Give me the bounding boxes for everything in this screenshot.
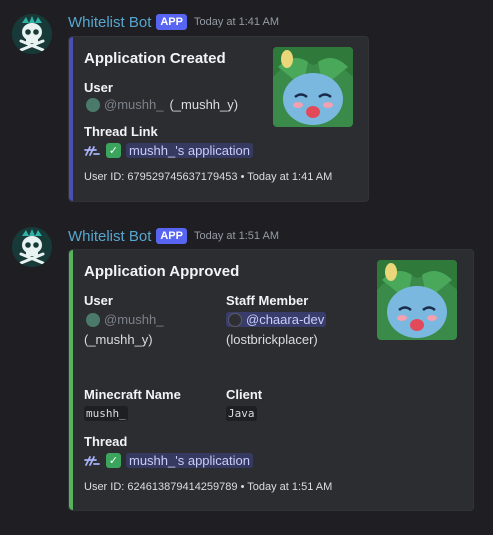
check-mark-icon: ✓ xyxy=(106,143,121,158)
user-handle: (_mushh_y) xyxy=(169,97,239,112)
user-mention-text: @mushh_ xyxy=(104,312,164,327)
check-mark-icon: ✓ xyxy=(106,453,121,468)
field-thread-link-label: Thread Link xyxy=(84,124,158,139)
embed-title: Application Created xyxy=(84,50,226,67)
embed-thumbnail[interactable] xyxy=(377,260,457,340)
user-mini-avatar xyxy=(86,97,100,112)
field-thread-label: Thread xyxy=(84,434,128,449)
anime-character-thumbnail xyxy=(273,47,353,127)
minecraft-name-code: mushh_ xyxy=(84,406,128,421)
bot-avatar[interactable] xyxy=(12,14,52,54)
field-user-value: @mushh_ (_mushh_y) xyxy=(84,97,238,112)
message-header: Whitelist Bot APP Today at 1:41 AM xyxy=(68,12,279,32)
field-thread-link-value: ✓ mushh_'s application xyxy=(84,143,253,158)
field-staff-value: @chaara-dev xyxy=(226,312,327,327)
username[interactable]: Whitelist Bot xyxy=(68,14,151,31)
user-mention[interactable]: @mushh_ xyxy=(84,97,165,112)
user-mention[interactable]: @mushh_ xyxy=(84,312,165,327)
thread-link[interactable]: mushh_'s application xyxy=(126,453,253,468)
field-thread-value: ✓ mushh_'s application xyxy=(84,453,253,468)
user-mention-text: @mushh_ xyxy=(104,97,164,112)
embed-application-approved: Application Approved User @mushh_ (_mush… xyxy=(68,249,474,511)
field-staff-label: Staff Member xyxy=(226,293,309,308)
thread-icon xyxy=(84,454,100,468)
app-badge: APP xyxy=(156,14,187,30)
user-handle: (_mushh_y) xyxy=(84,332,153,347)
field-client-label: Client xyxy=(226,387,263,402)
embed-thumbnail[interactable] xyxy=(273,47,353,127)
field-user-value: @mushh_ xyxy=(84,312,165,327)
staff-handle: (lostbrickplacer) xyxy=(226,332,318,347)
timestamp[interactable]: Today at 1:51 AM xyxy=(194,230,279,242)
field-client-value: Java xyxy=(226,406,257,421)
thread-icon xyxy=(84,144,100,158)
staff-mention-text: @chaara-dev xyxy=(246,312,325,327)
staff-mention[interactable]: @chaara-dev xyxy=(226,312,327,327)
embed-accent-bar xyxy=(69,250,73,510)
field-user-label: User xyxy=(84,80,113,95)
skull-crossbones-icon xyxy=(12,227,52,267)
client-code: Java xyxy=(226,406,257,421)
timestamp[interactable]: Today at 1:41 AM xyxy=(194,16,279,28)
embed-accent-bar xyxy=(69,37,73,201)
message-2: Whitelist Bot APP Today at 1:51 AM Appli… xyxy=(0,215,493,535)
embed-footer: User ID: 679529745637179453 • Today at 1… xyxy=(84,171,333,183)
field-minecraft-label: Minecraft Name xyxy=(84,387,181,402)
thread-link[interactable]: mushh_'s application xyxy=(126,143,253,158)
field-minecraft-value: mushh_ xyxy=(84,406,128,421)
field-user-label: User xyxy=(84,293,113,308)
app-badge: APP xyxy=(156,228,187,244)
user-mini-avatar xyxy=(86,312,100,327)
anime-character-thumbnail xyxy=(377,260,457,340)
skull-crossbones-icon xyxy=(12,14,52,54)
embed-footer: User ID: 624613879414259789 • Today at 1… xyxy=(84,481,333,493)
message-header: Whitelist Bot APP Today at 1:51 AM xyxy=(68,226,279,246)
embed-title: Application Approved xyxy=(84,263,240,280)
staff-mini-avatar xyxy=(228,312,242,327)
bot-avatar[interactable] xyxy=(12,227,52,267)
embed-application-created: Application Created User @mushh_ (_mushh… xyxy=(68,36,369,202)
message-1: Whitelist Bot APP Today at 1:41 AM Appli… xyxy=(0,0,493,215)
username[interactable]: Whitelist Bot xyxy=(68,228,151,245)
